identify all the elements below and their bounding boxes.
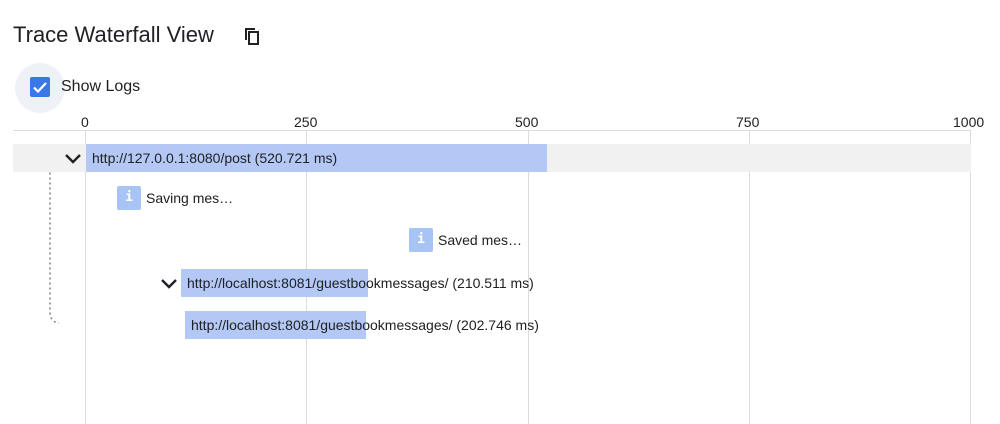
axis-tick-250: 250 [294, 114, 318, 130]
gridline [970, 130, 971, 424]
copy-icon[interactable] [242, 26, 262, 46]
show-logs-checkbox[interactable] [30, 77, 50, 97]
gridline [85, 130, 86, 424]
span-label-guestbook-1[interactable]: http://localhost:8081/guestbookmessages/… [187, 269, 534, 297]
check-icon [33, 82, 47, 94]
chevron-down-icon[interactable] [160, 277, 178, 289]
axis-tick-750: 750 [736, 114, 760, 130]
show-logs-label[interactable]: Show Logs [61, 77, 140, 97]
axis-tick-500: 500 [515, 114, 539, 130]
log-entry-saved[interactable]: Saved mes… [438, 228, 522, 252]
tree-connector [49, 156, 60, 324]
axis-tick-1000: 1000 [953, 114, 985, 130]
axis-line [13, 130, 971, 131]
gridline [749, 130, 750, 424]
axis-tick-0: 0 [81, 114, 89, 130]
info-icon[interactable]: i [409, 228, 433, 252]
span-label-post[interactable]: http://127.0.0.1:8080/post (520.721 ms) [92, 144, 337, 172]
chevron-down-icon[interactable] [64, 152, 82, 164]
info-icon[interactable]: i [117, 186, 141, 210]
span-label-guestbook-2[interactable]: http://localhost:8081/guestbookmessages/… [191, 311, 539, 339]
page-title: Trace Waterfall View [13, 22, 214, 47]
log-entry-saving[interactable]: Saving mes… [146, 186, 233, 210]
